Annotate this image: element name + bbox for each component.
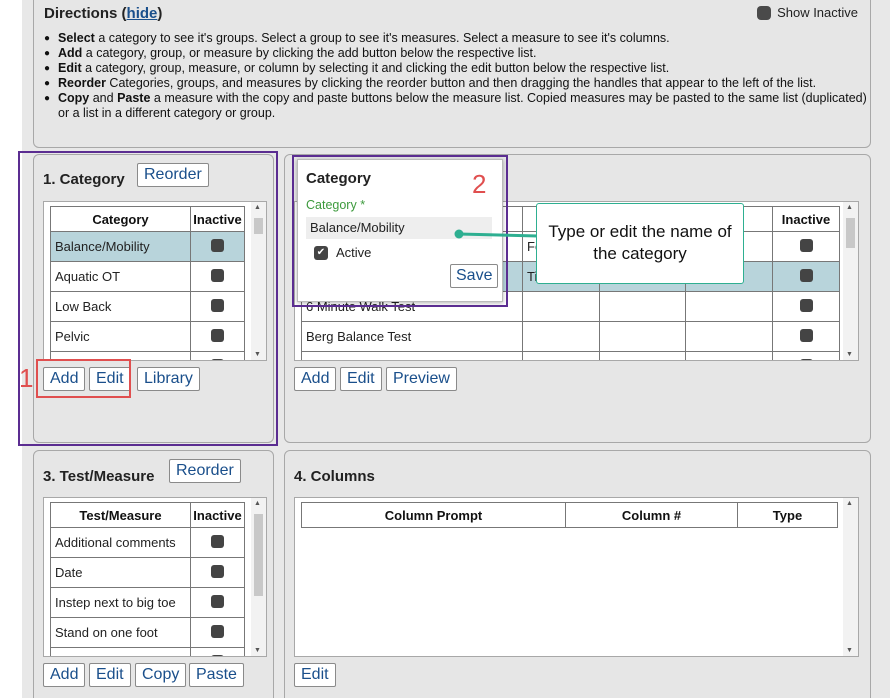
- group-cell[interactable]: Berg Balance Test: [301, 321, 523, 352]
- table-row[interactable]: Stand with feet: [50, 647, 245, 656]
- inactive-checkbox[interactable]: [799, 238, 813, 252]
- measure-cell[interactable]: Date: [50, 557, 191, 588]
- inactive-checkbox[interactable]: [211, 564, 224, 578]
- column-type-header[interactable]: Type: [737, 502, 838, 528]
- inactive-checkbox[interactable]: [211, 624, 224, 638]
- show-inactive-toggle[interactable]: Show Inactive: [757, 5, 858, 20]
- column-prompt-header[interactable]: Column Prompt: [301, 502, 566, 528]
- direction-item: Add a category, group, or measure by cli…: [44, 46, 874, 61]
- measure-edit-button[interactable]: Edit: [89, 663, 131, 687]
- show-inactive-label: Show Inactive: [777, 5, 858, 20]
- measure-copy-button[interactable]: Copy: [135, 663, 187, 687]
- scroll-thumb[interactable]: [254, 514, 263, 596]
- scroll-down-icon[interactable]: ▼: [254, 647, 261, 654]
- measure-add-button[interactable]: Add: [43, 663, 86, 687]
- scroll-thumb[interactable]: [846, 218, 855, 248]
- direction-item: Copy and Paste a measure with the copy a…: [44, 91, 874, 121]
- inactive-checkbox[interactable]: [799, 298, 813, 312]
- category-highlight-box: [18, 151, 278, 446]
- table-row[interactable]: Date: [50, 557, 245, 588]
- table-row[interactable]: Stand on one foot: [50, 617, 245, 648]
- group-add-button[interactable]: Add: [294, 367, 337, 391]
- directions-title: Directions (hide): [44, 5, 163, 22]
- direction-item: Select a category to see it's groups. Se…: [44, 31, 874, 46]
- inactive-column-header[interactable]: Inactive: [772, 206, 840, 232]
- table-row[interactable]: Instep next to big toe: [50, 587, 245, 618]
- scroll-up-icon[interactable]: ▲: [846, 204, 853, 211]
- columns-grid: Column Prompt Column # Type ▲ ▼: [294, 497, 859, 657]
- inactive-checkbox[interactable]: [211, 654, 224, 656]
- measure-panel-title: 3. Test/Measure: [43, 468, 155, 485]
- inactive-column-header[interactable]: Inactive: [190, 502, 245, 528]
- measure-grid: Test/Measure Inactive Additional comment…: [43, 497, 267, 657]
- group-preview-button[interactable]: Preview: [386, 367, 457, 391]
- measure-column-header[interactable]: Test/Measure: [50, 502, 191, 528]
- inactive-checkbox[interactable]: [799, 358, 813, 360]
- column-number-header[interactable]: Column #: [565, 502, 738, 528]
- directions-title-text: Directions: [44, 5, 118, 22]
- callout-connector: [454, 229, 538, 239]
- inactive-checkbox[interactable]: [211, 594, 224, 608]
- measure-paste-button[interactable]: Paste: [189, 663, 244, 687]
- group-edit-button[interactable]: Edit: [340, 367, 382, 391]
- hide-directions-link[interactable]: hide: [127, 5, 158, 22]
- direction-item: Edit a category, group, measure, or colu…: [44, 61, 874, 76]
- scroll-up-icon[interactable]: ▲: [846, 500, 853, 507]
- show-inactive-checkbox[interactable]: [757, 5, 772, 20]
- add-edit-highlight-box: [36, 359, 131, 398]
- inactive-checkbox[interactable]: [799, 328, 813, 342]
- step-number-2: 2: [472, 169, 487, 199]
- directions-list: Select a category to see it's groups. Se…: [44, 31, 874, 121]
- columns-scrollbar[interactable]: ▲ ▼: [843, 498, 858, 656]
- measure-cell[interactable]: Instep next to big toe: [50, 587, 191, 618]
- columns-table: Column Prompt Column # Type: [301, 502, 838, 528]
- step-number-1: 1: [19, 363, 34, 393]
- measure-table: Test/Measure Inactive Additional comment…: [50, 502, 245, 656]
- table-row[interactable]: Berg Balance Test: [301, 321, 840, 352]
- table-row[interactable]: [301, 351, 840, 360]
- directions-panel: Directions (hide) Show Inactive Select a…: [33, 0, 871, 148]
- measure-scrollbar[interactable]: ▲ ▼: [251, 498, 266, 656]
- inactive-checkbox[interactable]: [211, 534, 224, 548]
- measure-reorder-button[interactable]: Reorder: [169, 459, 241, 483]
- columns-panel-title: 4. Columns: [294, 468, 375, 485]
- table-row[interactable]: Additional comments: [50, 527, 245, 558]
- direction-item: Reorder Categories, groups, and measures…: [44, 76, 874, 91]
- measure-cell[interactable]: Additional comments: [50, 527, 191, 558]
- columns-edit-button[interactable]: Edit: [294, 663, 336, 687]
- callout-box: Type or edit the name of the category: [536, 203, 744, 284]
- group-scrollbar[interactable]: ▲ ▼: [843, 202, 858, 360]
- measure-cell[interactable]: Stand on one foot: [50, 617, 191, 648]
- scroll-down-icon[interactable]: ▼: [846, 647, 853, 654]
- scroll-down-icon[interactable]: ▼: [846, 351, 853, 358]
- scroll-up-icon[interactable]: ▲: [254, 500, 261, 507]
- measure-cell[interactable]: Stand with feet: [50, 647, 191, 656]
- inactive-checkbox[interactable]: [799, 268, 813, 282]
